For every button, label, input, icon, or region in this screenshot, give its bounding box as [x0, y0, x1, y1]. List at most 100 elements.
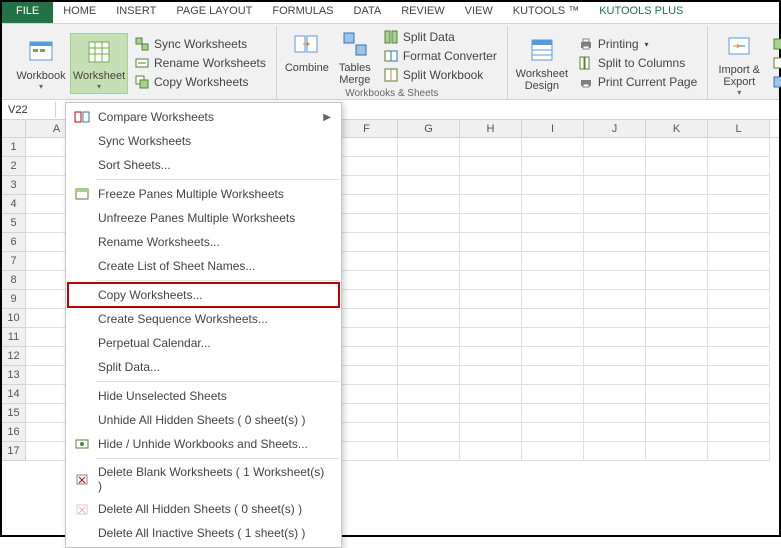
cell[interactable]	[398, 195, 460, 214]
cell[interactable]	[584, 442, 646, 461]
cell[interactable]	[398, 233, 460, 252]
row-header[interactable]: 16	[2, 423, 26, 442]
column-header[interactable]: F	[336, 120, 398, 137]
cell[interactable]	[522, 233, 584, 252]
menu-sort-sheets[interactable]: Sort Sheets...	[68, 153, 339, 177]
cell[interactable]	[522, 271, 584, 290]
cell[interactable]	[522, 176, 584, 195]
cell[interactable]	[708, 157, 770, 176]
cell[interactable]	[584, 423, 646, 442]
row-header[interactable]: 11	[2, 328, 26, 347]
cell[interactable]	[522, 195, 584, 214]
cell[interactable]	[398, 138, 460, 157]
cell[interactable]	[336, 404, 398, 423]
menu-create-sequence[interactable]: Create Sequence Worksheets...	[68, 307, 339, 331]
cell[interactable]	[460, 138, 522, 157]
cell[interactable]	[646, 252, 708, 271]
worksheet-button[interactable]: Worksheet ▾	[70, 33, 128, 94]
cell[interactable]	[584, 252, 646, 271]
cell[interactable]	[646, 157, 708, 176]
cell[interactable]	[460, 157, 522, 176]
cell[interactable]	[584, 195, 646, 214]
cell[interactable]	[584, 328, 646, 347]
cell[interactable]	[708, 138, 770, 157]
menu-compare-worksheets[interactable]: Compare Worksheets▶	[68, 105, 339, 129]
cell[interactable]	[708, 423, 770, 442]
tab-review[interactable]: REVIEW	[391, 2, 454, 23]
cell[interactable]	[646, 309, 708, 328]
cell[interactable]	[646, 423, 708, 442]
row-header[interactable]: 9	[2, 290, 26, 309]
cell[interactable]	[522, 366, 584, 385]
cell[interactable]	[398, 385, 460, 404]
column-header[interactable]: L	[708, 120, 770, 137]
cell[interactable]	[522, 423, 584, 442]
row-header[interactable]: 13	[2, 366, 26, 385]
cell[interactable]	[336, 309, 398, 328]
cell[interactable]	[522, 138, 584, 157]
extra-button-2[interactable]	[768, 54, 781, 72]
cell[interactable]	[584, 366, 646, 385]
cell[interactable]	[336, 233, 398, 252]
cell[interactable]	[708, 404, 770, 423]
row-header[interactable]: 15	[2, 404, 26, 423]
cell[interactable]	[708, 252, 770, 271]
split-to-columns-button[interactable]: Split to Columns	[574, 54, 701, 72]
name-box[interactable]: V22	[2, 102, 56, 118]
cell[interactable]	[646, 442, 708, 461]
column-header[interactable]: J	[584, 120, 646, 137]
cell[interactable]	[398, 442, 460, 461]
tab-home[interactable]: HOME	[53, 2, 106, 23]
cell[interactable]	[584, 138, 646, 157]
cell[interactable]	[460, 423, 522, 442]
cell[interactable]	[398, 404, 460, 423]
cell[interactable]	[708, 176, 770, 195]
cell[interactable]	[584, 176, 646, 195]
column-header[interactable]: H	[460, 120, 522, 137]
cell[interactable]	[646, 138, 708, 157]
cell[interactable]	[522, 347, 584, 366]
menu-hide-unhide-workbooks[interactable]: Hide / Unhide Workbooks and Sheets...	[68, 432, 339, 456]
cell[interactable]	[398, 366, 460, 385]
cell[interactable]	[336, 252, 398, 271]
row-header[interactable]: 8	[2, 271, 26, 290]
cell[interactable]	[398, 290, 460, 309]
cell[interactable]	[460, 271, 522, 290]
cell[interactable]	[398, 157, 460, 176]
split-workbook-button[interactable]: Split Workbook	[379, 66, 501, 84]
cell[interactable]	[460, 195, 522, 214]
cell[interactable]	[708, 195, 770, 214]
cell[interactable]	[460, 176, 522, 195]
cell[interactable]	[584, 233, 646, 252]
menu-freeze-panes[interactable]: Freeze Panes Multiple Worksheets	[68, 182, 339, 206]
cell[interactable]	[646, 366, 708, 385]
cell[interactable]	[460, 214, 522, 233]
cell[interactable]	[336, 176, 398, 195]
tab-data[interactable]: DATA	[344, 2, 392, 23]
cell[interactable]	[646, 385, 708, 404]
cell[interactable]	[584, 214, 646, 233]
cell[interactable]	[646, 195, 708, 214]
cell[interactable]	[460, 385, 522, 404]
import-export-button[interactable]: Import & Export ▾	[712, 28, 766, 99]
row-header[interactable]: 2	[2, 157, 26, 176]
row-header[interactable]: 6	[2, 233, 26, 252]
tab-insert[interactable]: INSERT	[106, 2, 166, 23]
cell[interactable]	[646, 176, 708, 195]
column-header[interactable]: G	[398, 120, 460, 137]
row-header[interactable]: 10	[2, 309, 26, 328]
cell[interactable]	[398, 423, 460, 442]
cell[interactable]	[646, 214, 708, 233]
row-header[interactable]: 1	[2, 138, 26, 157]
cell[interactable]	[708, 233, 770, 252]
cell[interactable]	[336, 138, 398, 157]
row-header[interactable]: 17	[2, 442, 26, 461]
cell[interactable]	[584, 290, 646, 309]
column-header[interactable]: I	[522, 120, 584, 137]
row-header[interactable]: 5	[2, 214, 26, 233]
cell[interactable]	[336, 366, 398, 385]
menu-delete-blank[interactable]: Delete Blank Worksheets ( 1 Worksheet(s)…	[68, 461, 339, 497]
cell[interactable]	[460, 252, 522, 271]
cell[interactable]	[646, 271, 708, 290]
cell[interactable]	[398, 252, 460, 271]
